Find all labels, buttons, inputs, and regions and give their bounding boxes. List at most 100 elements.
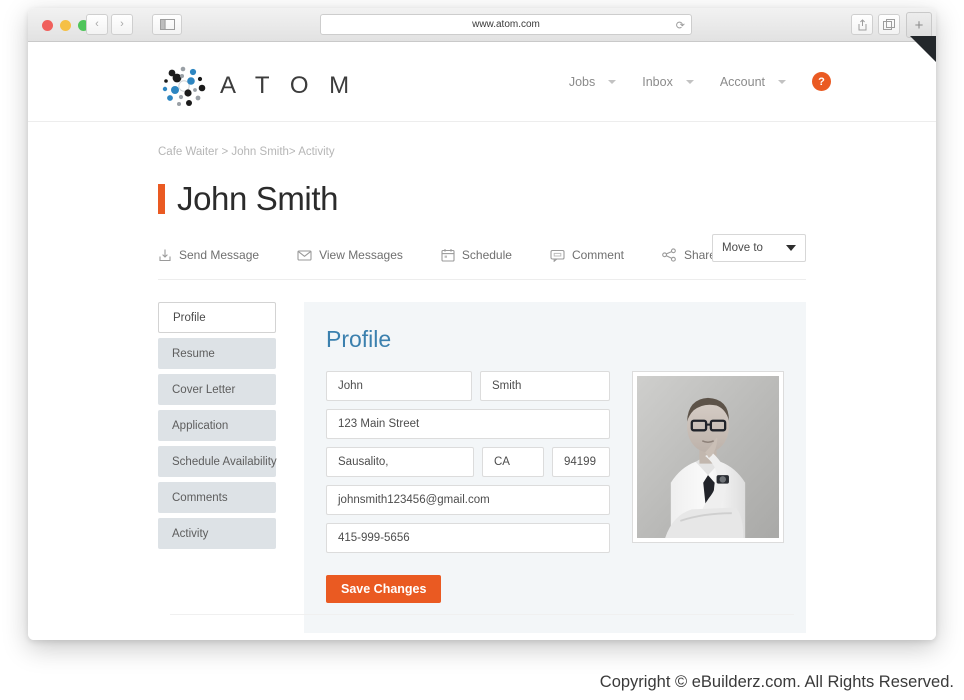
- action-toolbar: Send Message View Messages Schedule Comm…: [158, 234, 806, 280]
- last-name-value: Smith: [492, 380, 522, 392]
- first-name-value: John: [338, 380, 363, 392]
- portrait-photo: [637, 376, 779, 538]
- chevron-down-icon: [778, 79, 786, 84]
- zip-value: 94199: [564, 456, 596, 468]
- help-button[interactable]: ?: [812, 72, 831, 91]
- sidebar-toggle-button[interactable]: [152, 14, 182, 35]
- move-to-dropdown[interactable]: Move to: [712, 234, 806, 262]
- city-value: Sausalito,: [338, 456, 389, 468]
- share-button[interactable]: [851, 14, 873, 35]
- page-corner-decoration: [910, 36, 936, 62]
- first-name-input[interactable]: John: [326, 371, 472, 401]
- sidebar-item-label: Activity: [172, 527, 209, 540]
- back-button[interactable]: ‹: [86, 14, 108, 35]
- card-title: Profile: [326, 326, 392, 352]
- action-view-messages-label: View Messages: [319, 248, 403, 262]
- action-comment-label: Comment: [571, 248, 624, 262]
- action-send-message-label: Send Message: [179, 248, 260, 262]
- reload-icon[interactable]: ⟳: [676, 19, 685, 32]
- profile-photo-image: [637, 376, 779, 538]
- last-name-input[interactable]: Smith: [480, 371, 610, 401]
- share-upload-icon: [858, 18, 866, 30]
- city-input[interactable]: Sausalito,: [326, 447, 474, 477]
- profile-body: Profile Resume Cover Letter Application …: [158, 302, 806, 633]
- email-row: johnsmith123456@gmail.com: [326, 485, 610, 515]
- web-page: A T O M Jobs Inbox Account ? Cafe Waiter…: [28, 42, 936, 640]
- share-icon: [662, 248, 676, 262]
- url-text: www.atom.com: [472, 19, 540, 30]
- forward-button[interactable]: ›: [111, 14, 133, 35]
- footer-divider: [170, 614, 794, 615]
- sidebar-item-label: Application: [172, 419, 229, 432]
- show-tabs-button[interactable]: [878, 14, 900, 35]
- email-value: johnsmith123456@gmail.com: [338, 494, 490, 506]
- sidebar-item-schedule-availability[interactable]: Schedule Availability: [158, 446, 277, 477]
- minimize-window-button[interactable]: [60, 20, 71, 31]
- close-window-button[interactable]: [42, 20, 53, 31]
- profile-form: John Smith 123 Main Street Sausalito, CA…: [326, 371, 784, 561]
- chevron-left-icon: ‹: [95, 18, 99, 30]
- address-bar[interactable]: www.atom.com ⟳: [320, 14, 692, 35]
- envelope-icon: [297, 250, 312, 261]
- move-to-label: Move to: [722, 242, 763, 254]
- calendar-icon: [441, 249, 455, 262]
- profile-photo: [632, 371, 784, 543]
- new-tab-button[interactable]: +: [906, 12, 932, 38]
- save-changes-button[interactable]: Save Changes: [326, 575, 442, 603]
- nav-item-account-label: Account: [719, 74, 765, 89]
- browser-chrome: ‹ › www.atom.com ⟳ +: [28, 8, 936, 42]
- action-share[interactable]: Share: [662, 248, 716, 262]
- action-schedule[interactable]: Schedule: [441, 248, 512, 262]
- site-header: A T O M Jobs Inbox Account ?: [28, 42, 936, 122]
- chevron-down-icon: [608, 79, 617, 84]
- sidebar-panel-icon: [159, 19, 175, 30]
- phone-row: 415-999-5656: [326, 523, 610, 553]
- sidebar-item-label: Resume: [172, 347, 215, 360]
- navigation-buttons: ‹ ›: [86, 14, 133, 35]
- plus-icon: +: [914, 16, 924, 34]
- address-row: 123 Main Street: [326, 409, 610, 439]
- action-view-messages[interactable]: View Messages: [297, 248, 403, 262]
- help-question-icon: ?: [818, 75, 825, 88]
- zip-input[interactable]: 94199: [552, 447, 610, 477]
- sidebar-item-cover-letter[interactable]: Cover Letter: [158, 374, 276, 405]
- browser-toolbar-buttons: [851, 14, 900, 35]
- profile-sidebar: Profile Resume Cover Letter Application …: [158, 302, 277, 633]
- sidebar-item-label: Cover Letter: [172, 383, 236, 396]
- chevron-down-icon: [786, 245, 796, 251]
- main-navigation: Jobs Inbox Account ?: [569, 72, 831, 91]
- site-logo[interactable]: A T O M: [158, 60, 356, 112]
- nav-item-jobs-label: Jobs: [568, 74, 596, 89]
- sidebar-item-activity[interactable]: Activity: [158, 518, 276, 549]
- sidebar-item-resume[interactable]: Resume: [158, 338, 276, 369]
- title-accent-bar: [158, 184, 165, 214]
- profile-card: Profile John Smith 123 Main Street Sausa…: [304, 302, 806, 633]
- send-message-icon: [159, 249, 171, 262]
- email-input[interactable]: johnsmith123456@gmail.com: [326, 485, 610, 515]
- address-value: 123 Main Street: [338, 418, 420, 430]
- page-title-row: John Smith: [158, 180, 806, 218]
- city-state-zip-row: Sausalito, CA 94199: [326, 447, 610, 477]
- sidebar-item-profile[interactable]: Profile: [158, 302, 276, 333]
- atom-logo-icon: [162, 66, 206, 106]
- nav-item-inbox[interactable]: Inbox: [642, 75, 694, 89]
- nav-item-inbox-label: Inbox: [642, 74, 673, 89]
- sidebar-item-application[interactable]: Application: [158, 410, 276, 441]
- state-input[interactable]: CA: [482, 447, 544, 477]
- phone-input[interactable]: 415-999-5656: [326, 523, 610, 553]
- state-value: CA: [494, 456, 510, 468]
- comment-icon: [550, 249, 565, 262]
- action-send-message[interactable]: Send Message: [158, 248, 259, 262]
- window-controls: [42, 20, 89, 31]
- logo-wordmark: A T O M: [220, 72, 357, 99]
- page-title: John Smith: [177, 180, 339, 217]
- sidebar-item-label: Comments: [172, 491, 228, 504]
- nav-item-jobs[interactable]: Jobs: [568, 74, 617, 89]
- sidebar-item-label: Profile: [173, 311, 206, 324]
- action-schedule-label: Schedule: [461, 248, 512, 262]
- name-row: John Smith: [326, 371, 610, 401]
- sidebar-item-comments[interactable]: Comments: [158, 482, 276, 513]
- nav-item-account[interactable]: Account: [720, 75, 786, 89]
- address-input[interactable]: 123 Main Street: [326, 409, 610, 439]
- action-comment[interactable]: Comment: [550, 248, 624, 262]
